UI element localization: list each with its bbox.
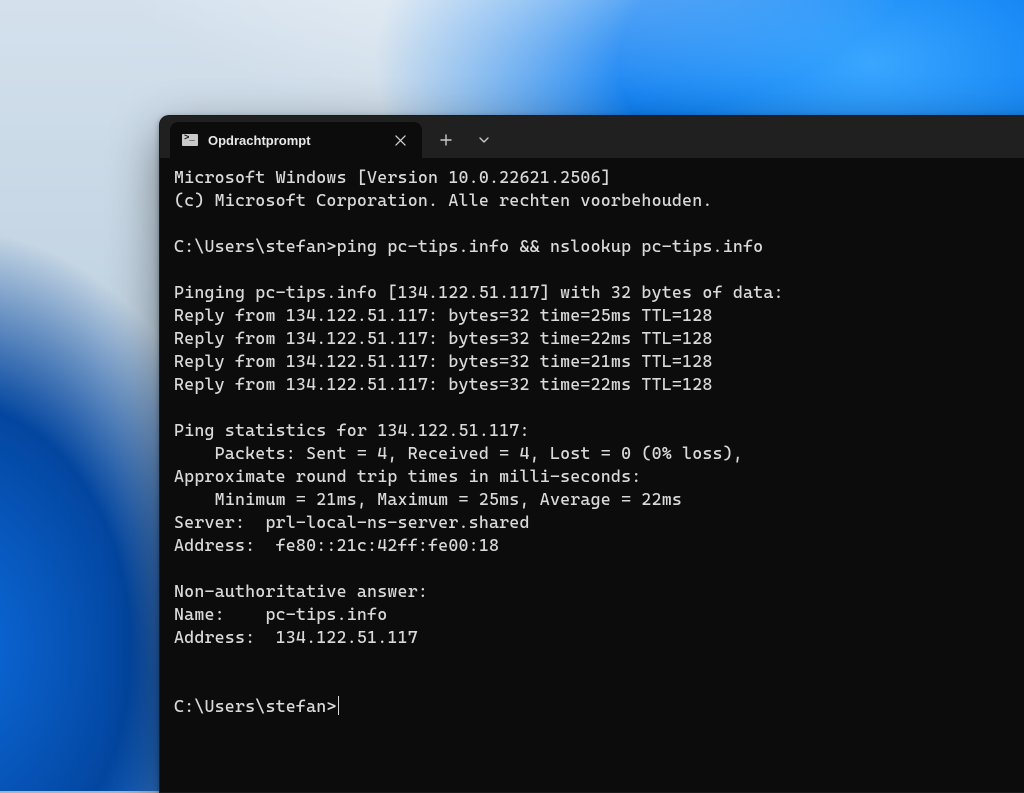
- titlebar-drag-region[interactable]: [502, 116, 1024, 158]
- titlebar-left-margin: [160, 116, 170, 158]
- plus-icon: [440, 134, 452, 146]
- new-tab-button[interactable]: [428, 125, 464, 155]
- terminal-output[interactable]: Microsoft Windows [Version 10.0.22621.25…: [160, 158, 1024, 792]
- tab-title: Opdrachtprompt: [208, 133, 378, 148]
- cmd-icon: [182, 134, 198, 146]
- close-icon: [395, 135, 406, 146]
- chevron-down-icon: [478, 134, 490, 146]
- tab-actions: [422, 116, 502, 158]
- terminal-text: Microsoft Windows [Version 10.0.22621.25…: [174, 167, 784, 716]
- terminal-window: Opdrachtprompt Microsoft Windows [Versio…: [159, 115, 1024, 793]
- titlebar[interactable]: Opdrachtprompt: [160, 116, 1024, 158]
- tab-close-button[interactable]: [388, 128, 412, 152]
- tab-dropdown-button[interactable]: [466, 125, 502, 155]
- tab-active[interactable]: Opdrachtprompt: [170, 122, 422, 158]
- text-cursor: [338, 696, 339, 715]
